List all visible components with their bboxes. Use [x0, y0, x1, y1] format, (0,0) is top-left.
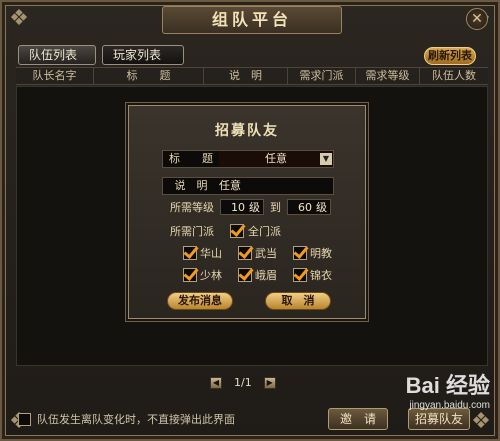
desc-row: 说 明 任意 — [162, 177, 334, 195]
sect-checkbox[interactable] — [293, 246, 307, 260]
column-header-members[interactable]: 队伍人数 — [420, 68, 488, 84]
column-header-sect[interactable]: 需求门派 — [288, 68, 356, 84]
publish-button[interactable]: 发布消息 — [167, 292, 233, 310]
refresh-list-button[interactable]: 刷新列表 — [424, 47, 476, 65]
desc-label: 说 明 — [174, 179, 208, 192]
all-sect-label: 全门派 — [248, 225, 281, 238]
level-max-value: 60 — [298, 200, 312, 214]
corner-ornament-icon: ❖ — [9, 6, 29, 31]
title-select-value: 任意 — [265, 152, 287, 165]
level-max-input[interactable]: 60 级 — [287, 199, 331, 215]
team-platform-window: ❖ ❖ ❖ ❖ 组队平台 ✕ 队伍列表 玩家列表 刷新列表 队长名字 标 题 说… — [0, 0, 500, 441]
sect-options-row-1: 华山 武当 明教 — [183, 245, 348, 261]
page-indicator: 1/1 — [234, 376, 252, 389]
title-select[interactable]: 任意 ▼ — [219, 151, 333, 167]
sect-options-row-2: 少林 峨眉 锦衣 — [183, 267, 348, 283]
sect-option-wudang[interactable]: 武当 — [238, 245, 293, 261]
column-header-leader[interactable]: 队长名字 — [16, 68, 94, 84]
level-max-unit: 级 — [316, 201, 327, 214]
no-popup-option[interactable]: 队伍发生离队变化时，不直接弹出此界面 — [18, 411, 235, 427]
level-min-unit: 级 — [249, 201, 260, 214]
prev-page-icon[interactable]: ◀ — [210, 376, 222, 389]
column-header-title[interactable]: 标 题 — [94, 68, 204, 84]
sect-option-jinyi[interactable]: 锦衣 — [293, 267, 348, 283]
sect-checkbox[interactable] — [183, 268, 197, 282]
close-icon[interactable]: ✕ — [466, 8, 488, 30]
level-min-input[interactable]: 10 级 — [220, 199, 264, 215]
team-list-header: 队长名字 标 题 说 明 需求门派 需求等级 队伍人数 — [16, 67, 488, 85]
all-sect-checkbox[interactable] — [230, 224, 244, 238]
no-popup-checkbox[interactable] — [18, 412, 31, 426]
column-header-level[interactable]: 需求等级 — [356, 68, 420, 84]
level-row: 所需等级 10 级 到 60 级 — [170, 199, 331, 215]
next-page-icon[interactable]: ▶ — [263, 376, 276, 389]
sect-label: 所需门派 — [170, 225, 214, 238]
invite-button[interactable]: 邀 请 — [328, 408, 388, 430]
sect-option-mingjiao[interactable]: 明教 — [293, 245, 348, 261]
sect-checkbox[interactable] — [183, 246, 197, 260]
window-title: 组队平台 — [162, 6, 342, 34]
sect-option-emei[interactable]: 峨眉 — [238, 267, 293, 283]
sect-row: 所需门派 全门派 — [170, 223, 281, 239]
desc-input[interactable]: 任意 — [219, 178, 241, 194]
recruit-button[interactable]: 招募队友 — [408, 408, 470, 430]
sect-checkbox[interactable] — [293, 268, 307, 282]
sect-option-shaolin[interactable]: 少林 — [183, 267, 238, 283]
chevron-down-icon[interactable]: ▼ — [320, 153, 332, 165]
level-label: 所需等级 — [170, 201, 214, 214]
level-to-label: 到 — [270, 201, 281, 214]
cancel-button[interactable]: 取 消 — [265, 292, 331, 310]
sect-option-huashan[interactable]: 华山 — [183, 245, 238, 261]
pagination: ◀ 1/1 ▶ — [210, 376, 276, 389]
dialog-title: 招募队友 — [215, 123, 279, 139]
tab-team-list[interactable]: 队伍列表 — [18, 45, 96, 65]
sect-checkbox[interactable] — [238, 246, 252, 260]
title-label: 标 题 — [169, 152, 213, 165]
column-header-desc[interactable]: 说 明 — [204, 68, 288, 84]
no-popup-label: 队伍发生离队变化时，不直接弹出此界面 — [37, 413, 235, 426]
corner-ornament-icon: ❖ — [471, 409, 491, 434]
title-row: 标 题 任意 ▼ — [162, 150, 334, 168]
sect-checkbox[interactable] — [238, 268, 252, 282]
level-min-value: 10 — [231, 200, 245, 214]
tab-player-list[interactable]: 玩家列表 — [102, 45, 184, 65]
recruit-dialog: 招募队友 标 题 任意 ▼ 说 明 任意 所需等级 10 级 到 60 级 所需… — [128, 105, 366, 319]
